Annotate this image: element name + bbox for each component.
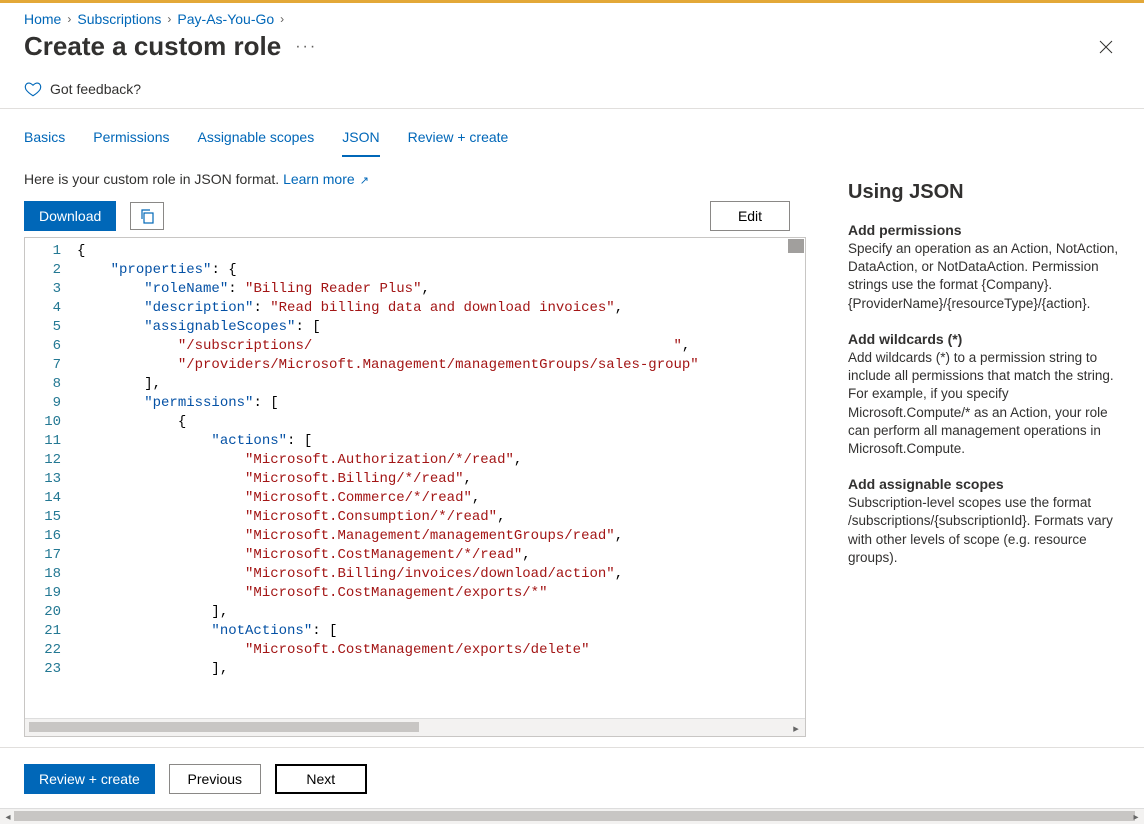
tab-review-create[interactable]: Review + create [408,129,509,157]
review-create-button[interactable]: Review + create [24,764,155,794]
title-row: Create a custom role ··· [0,29,1144,74]
scroll-thumb[interactable] [14,811,1135,821]
help-section-body: Subscription-level scopes use the format… [848,494,1120,567]
download-button[interactable]: Download [24,201,116,231]
external-link-icon: ↗ [357,175,369,187]
intro-text: Here is your custom role in JSON format.… [24,171,816,187]
help-section-body: Add wildcards (*) to a permission string… [848,349,1120,458]
help-section-body: Specify an operation as an Action, NotAc… [848,240,1120,313]
editor-toolbar: Download Edit [24,201,816,231]
page-title: Create a custom role [24,31,281,62]
help-section-heading: Add wildcards (*) [848,331,1120,347]
tab-basics[interactable]: Basics [24,129,65,157]
chevron-right-icon: › [167,12,171,26]
breadcrumb-subscriptions[interactable]: Subscriptions [77,11,161,27]
editor-gutter: 1234567891011121314151617181920212223 [25,238,75,683]
breadcrumb-payg[interactable]: Pay-As-You-Go [177,11,274,27]
help-panel: Using JSON Add permissions Specify an ope… [824,157,1144,737]
close-button[interactable] [1092,33,1120,61]
copy-icon [139,208,155,224]
help-section-heading: Add assignable scopes [848,476,1120,492]
editor-hscrollbar[interactable]: ◂ ▸ [25,718,805,736]
editor-code[interactable]: { "properties": { "roleName": "Billing R… [75,238,805,683]
scroll-thumb[interactable] [29,722,419,732]
scroll-right-icon[interactable]: ▸ [1128,809,1144,824]
more-menu[interactable]: ··· [295,38,317,56]
heart-icon [24,80,42,98]
page-hscrollbar[interactable]: ◂ ▸ [0,808,1144,824]
json-editor: 1234567891011121314151617181920212223 { … [24,237,806,737]
editor-scroll-area[interactable]: 1234567891011121314151617181920212223 { … [25,238,805,718]
edit-button[interactable]: Edit [710,201,790,231]
help-section-heading: Add permissions [848,222,1120,238]
previous-button[interactable]: Previous [169,764,261,794]
footer: Review + create Previous Next [0,748,1144,808]
tab-permissions[interactable]: Permissions [93,129,169,157]
next-button[interactable]: Next [275,764,367,794]
scroll-right-icon[interactable]: ▸ [787,719,805,737]
chevron-right-icon: › [280,12,284,26]
tab-json[interactable]: JSON [342,129,379,157]
chevron-right-icon: › [67,12,71,26]
learn-more-link[interactable]: Learn more ↗ [283,171,369,187]
help-title: Using JSON [848,181,1120,204]
tab-assignable-scopes[interactable]: Assignable scopes [197,129,314,157]
breadcrumb: Home › Subscriptions › Pay-As-You-Go › [0,3,1144,29]
feedback-bar[interactable]: Got feedback? [0,74,1144,109]
tabs: Basics Permissions Assignable scopes JSO… [0,109,1144,157]
feedback-text: Got feedback? [50,81,141,97]
close-icon [1098,39,1114,55]
copy-button[interactable] [130,202,164,230]
breadcrumb-home[interactable]: Home [24,11,61,27]
